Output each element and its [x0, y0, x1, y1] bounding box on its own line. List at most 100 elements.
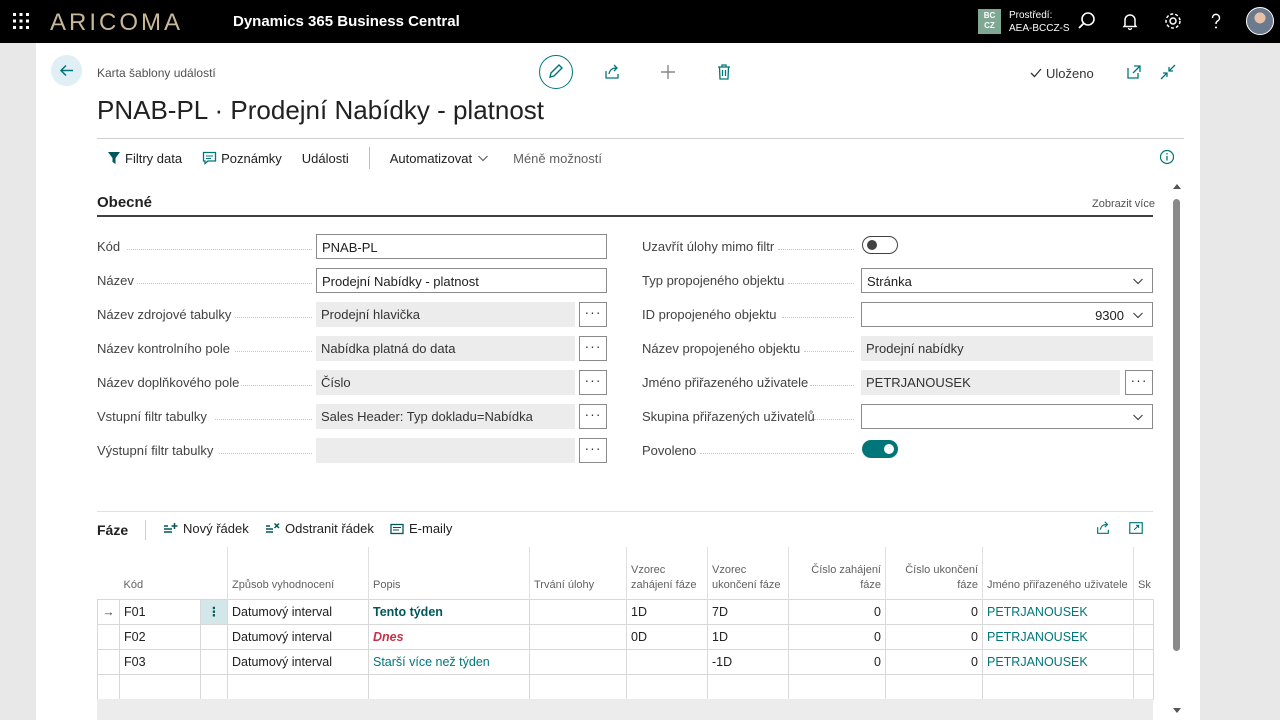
object-id-select[interactable]: 9300: [861, 302, 1153, 327]
environment-info[interactable]: Prostředí: AEA-BCCZ-S: [1009, 9, 1070, 35]
col-method[interactable]: Způsob vyhodnocení: [227, 547, 369, 599]
share-icon[interactable]: [603, 63, 621, 81]
cell-code[interactable]: F03: [119, 648, 201, 675]
filter-data-action[interactable]: Filtry data: [107, 151, 182, 166]
cell-end-formula[interactable]: [707, 673, 789, 700]
cell-menu[interactable]: [200, 648, 228, 675]
notes-action[interactable]: Poznámky: [202, 151, 282, 166]
cell-start-formula[interactable]: 1D: [626, 598, 708, 625]
col-end-formula[interactable]: Vzorec ukončení fáze: [707, 547, 789, 599]
cell-menu[interactable]: [200, 623, 228, 650]
table-row-empty[interactable]: [97, 673, 1154, 700]
cell-start-no[interactable]: [788, 673, 886, 700]
cell-assigned-user[interactable]: [982, 673, 1134, 700]
cell-end-formula[interactable]: 7D: [707, 598, 789, 625]
cell-end-no[interactable]: 0: [885, 598, 983, 625]
vertical-scrollbar[interactable]: [1171, 181, 1183, 717]
scrollbar-thumb[interactable]: [1173, 199, 1180, 651]
col-code[interactable]: Kód: [120, 547, 201, 599]
back-button[interactable]: [51, 55, 82, 86]
object-type-select[interactable]: Stránka: [861, 268, 1153, 293]
cell-duration[interactable]: [529, 648, 627, 675]
cell-end-formula[interactable]: 1D: [707, 623, 789, 650]
col-group[interactable]: Sk pří uži: [1133, 547, 1154, 599]
cell-end-formula[interactable]: -1D: [707, 648, 789, 675]
cell-start-formula[interactable]: [626, 673, 708, 700]
additional-field-lookup-button[interactable]: ···: [579, 370, 607, 395]
help-icon[interactable]: [1206, 11, 1226, 31]
cell-description[interactable]: Starší více než týden: [368, 648, 530, 675]
new-line-action[interactable]: Nový řádek: [163, 521, 249, 536]
app-title[interactable]: Dynamics 365 Business Central: [233, 13, 460, 30]
show-more-link[interactable]: Zobrazit více: [1092, 198, 1155, 210]
name-input[interactable]: Prodejní Nabídky - platnost: [316, 268, 607, 293]
check-field-lookup-button[interactable]: ···: [579, 336, 607, 361]
assigned-user-lookup-button[interactable]: ···: [1125, 370, 1153, 395]
cell-assigned-user[interactable]: PETRJANOUSEK: [982, 648, 1134, 675]
collapse-icon[interactable]: [1159, 63, 1177, 81]
input-filter-lookup-button[interactable]: ···: [579, 404, 607, 429]
col-end-no[interactable]: Číslo ukončení fáze: [885, 547, 983, 599]
fewer-options-action[interactable]: Méně možností: [513, 151, 602, 166]
table-row[interactable]: F02 Datumový interval Dnes 0D 1D 0 0 PET…: [97, 623, 1154, 650]
bell-icon[interactable]: [1120, 11, 1140, 31]
cell-duration[interactable]: [529, 673, 627, 700]
search-icon[interactable]: [1077, 11, 1097, 31]
cell-start-formula[interactable]: 0D: [626, 623, 708, 650]
row-menu-icon[interactable]: ⋮: [200, 598, 228, 625]
events-action[interactable]: Události: [302, 151, 349, 166]
scroll-down-icon[interactable]: [1172, 707, 1182, 715]
cell-start-no[interactable]: 0: [788, 648, 886, 675]
info-icon[interactable]: [1159, 149, 1175, 165]
cell-end-no[interactable]: 0: [885, 648, 983, 675]
cell-start-formula[interactable]: [626, 648, 708, 675]
emails-action[interactable]: E-maily: [390, 521, 452, 536]
code-input[interactable]: PNAB-PL: [316, 234, 607, 259]
plus-icon[interactable]: [659, 63, 677, 81]
cell-group[interactable]: [1133, 673, 1154, 700]
source-table-lookup-button[interactable]: ···: [579, 302, 607, 327]
open-new-window-icon[interactable]: [1125, 63, 1143, 81]
cell-duration[interactable]: [529, 623, 627, 650]
app-launcher-icon[interactable]: [12, 12, 30, 30]
user-avatar[interactable]: [1246, 7, 1274, 35]
automate-action[interactable]: Automatizovat: [390, 151, 493, 166]
cell-end-no[interactable]: 0: [885, 623, 983, 650]
close-tasks-toggle[interactable]: [862, 236, 898, 254]
cell-method[interactable]: Datumový interval: [227, 623, 369, 650]
output-filter-lookup-button[interactable]: ···: [579, 438, 607, 463]
gear-icon[interactable]: [1163, 11, 1183, 31]
cell-group[interactable]: [1133, 648, 1154, 675]
col-assigned-user[interactable]: Jméno přiřazeného uživatele: [982, 547, 1134, 599]
col-duration[interactable]: Trvání úlohy: [529, 547, 627, 599]
cell-method[interactable]: [227, 673, 369, 700]
col-description[interactable]: Popis: [368, 547, 530, 599]
cell-method[interactable]: Datumový interval: [227, 598, 369, 625]
cell-assigned-user[interactable]: PETRJANOUSEK: [982, 598, 1134, 625]
cell-description[interactable]: [368, 673, 530, 700]
table-row[interactable]: F03 Datumový interval Starší více než tý…: [97, 648, 1154, 675]
expand-icon[interactable]: [1128, 520, 1144, 536]
cell-start-no[interactable]: 0: [788, 598, 886, 625]
col-start-no[interactable]: Číslo zahájení fáze: [788, 547, 886, 599]
cell-code[interactable]: F01: [119, 598, 201, 625]
cell-assigned-user[interactable]: PETRJANOUSEK: [982, 623, 1134, 650]
cell-group[interactable]: [1133, 623, 1154, 650]
cell-method[interactable]: Datumový interval: [227, 648, 369, 675]
delete-line-action[interactable]: Odstranit řádek: [265, 521, 374, 536]
cell-code[interactable]: [119, 673, 201, 700]
trash-icon[interactable]: [715, 63, 733, 81]
cell-start-no[interactable]: 0: [788, 623, 886, 650]
cell-end-no[interactable]: [885, 673, 983, 700]
enabled-toggle[interactable]: [862, 440, 898, 458]
cell-duration[interactable]: [529, 598, 627, 625]
cell-code[interactable]: F02: [119, 623, 201, 650]
cell-description[interactable]: Tento týden: [368, 598, 530, 625]
cell-description[interactable]: Dnes: [368, 623, 530, 650]
scroll-up-icon[interactable]: [1172, 182, 1182, 190]
edit-button[interactable]: [539, 55, 573, 89]
cell-menu[interactable]: [200, 673, 228, 700]
share-icon[interactable]: [1095, 520, 1111, 536]
cell-group[interactable]: [1133, 598, 1154, 625]
assigned-group-select[interactable]: [861, 404, 1153, 429]
